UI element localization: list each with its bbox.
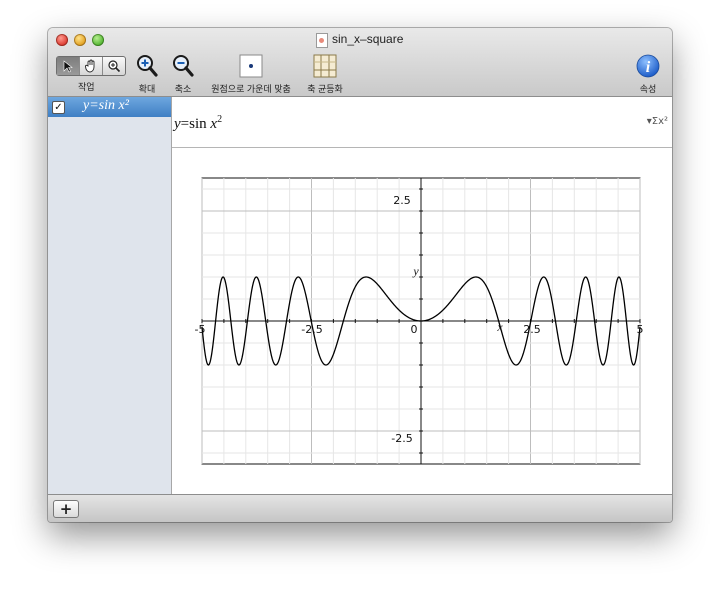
equation-list-item-label: y=sin x² <box>83 98 129 113</box>
zoom-in-label: 확대 <box>138 84 156 94</box>
equalize-axes-label: 축 균등화 <box>307 84 343 94</box>
tick-label-y-2-5: 2.5 <box>393 194 411 207</box>
tick-label-y-neg2-5: -2.5 <box>391 432 412 445</box>
graph-pane: y=sin x2 ▾Σx² -5 -2.5 0 2.5 5 2.5 -2.5 x… <box>172 97 672 494</box>
equation-editor[interactable]: y=sin x2 ▾Σx² <box>172 97 672 148</box>
app-window: sin_x–square 작업 확대 축소 원점으로 가운데 맞춤 축 균등화 … <box>48 28 672 522</box>
arrow-pointer-icon <box>63 59 73 72</box>
function-plot[interactable]: -5 -2.5 0 2.5 5 2.5 -2.5 x y <box>172 148 672 494</box>
equation-y-var: y <box>174 116 181 132</box>
zoom-out-button[interactable]: 축소 <box>172 54 194 95</box>
center-origin-icon <box>239 54 263 78</box>
zoom-out-label: 축소 <box>174 84 192 94</box>
equation-list-item[interactable]: ✓ y=sin x² <box>48 97 171 117</box>
equalize-axes-button[interactable]: 축 균등화 <box>304 54 346 95</box>
equation-text[interactable]: y=sin x2 <box>174 114 222 133</box>
document-icon <box>316 33 328 48</box>
equation-exponent: 2 <box>217 114 223 125</box>
add-equation-button[interactable]: + <box>53 500 79 518</box>
zoom-out-icon <box>173 55 194 77</box>
window-title: sin_x–square <box>332 32 404 46</box>
zoom-in-button[interactable]: 확대 <box>136 54 158 95</box>
tick-label-x-2-5: 2.5 <box>523 323 541 336</box>
center-origin-label: 원점으로 가운데 맞춤 <box>211 84 291 94</box>
y-axis-label: y <box>412 264 419 278</box>
x-axis-label: x <box>496 320 503 334</box>
center-origin-button[interactable]: 원점으로 가운데 맞춤 <box>205 54 297 95</box>
mode-segmented-control[interactable] <box>56 56 126 76</box>
equation-visible-checkbox[interactable]: ✓ <box>52 101 65 114</box>
zoom-tool-button[interactable] <box>103 57 125 75</box>
hand-icon <box>85 59 95 73</box>
mode-label: 작업 <box>78 82 95 92</box>
zoom-window-button[interactable] <box>92 34 104 46</box>
ruler-grid-icon <box>313 54 337 78</box>
minimize-window-button[interactable] <box>74 34 86 46</box>
inspector-label: 속성 <box>639 84 657 94</box>
tick-label-x-5: 5 <box>637 323 644 336</box>
tick-label-origin: 0 <box>411 323 418 336</box>
tick-label-x-neg2-5: -2.5 <box>301 323 322 336</box>
magnifier-icon <box>108 60 121 73</box>
hand-tool-button[interactable] <box>80 57 103 75</box>
equation-body: =sin <box>180 116 211 132</box>
math-symbols-popup[interactable]: ▾Σx² <box>647 116 668 127</box>
tick-label-x-neg5: -5 <box>195 323 206 336</box>
info-icon: i <box>636 54 660 78</box>
graph-area[interactable]: -5 -2.5 0 2.5 5 2.5 -2.5 x y <box>172 148 672 494</box>
equation-list-sidebar: ✓ y=sin x² <box>48 97 172 494</box>
pointer-tool-button[interactable] <box>57 57 80 75</box>
title-bar: sin_x–square 작업 확대 축소 원점으로 가운데 맞춤 축 균등화 … <box>48 28 672 97</box>
bottom-bar: + <box>48 494 672 522</box>
zoom-in-icon <box>137 55 158 77</box>
svg-text:i: i <box>646 59 651 76</box>
inspector-button[interactable]: i 속성 <box>636 54 660 95</box>
close-window-button[interactable] <box>56 34 68 46</box>
